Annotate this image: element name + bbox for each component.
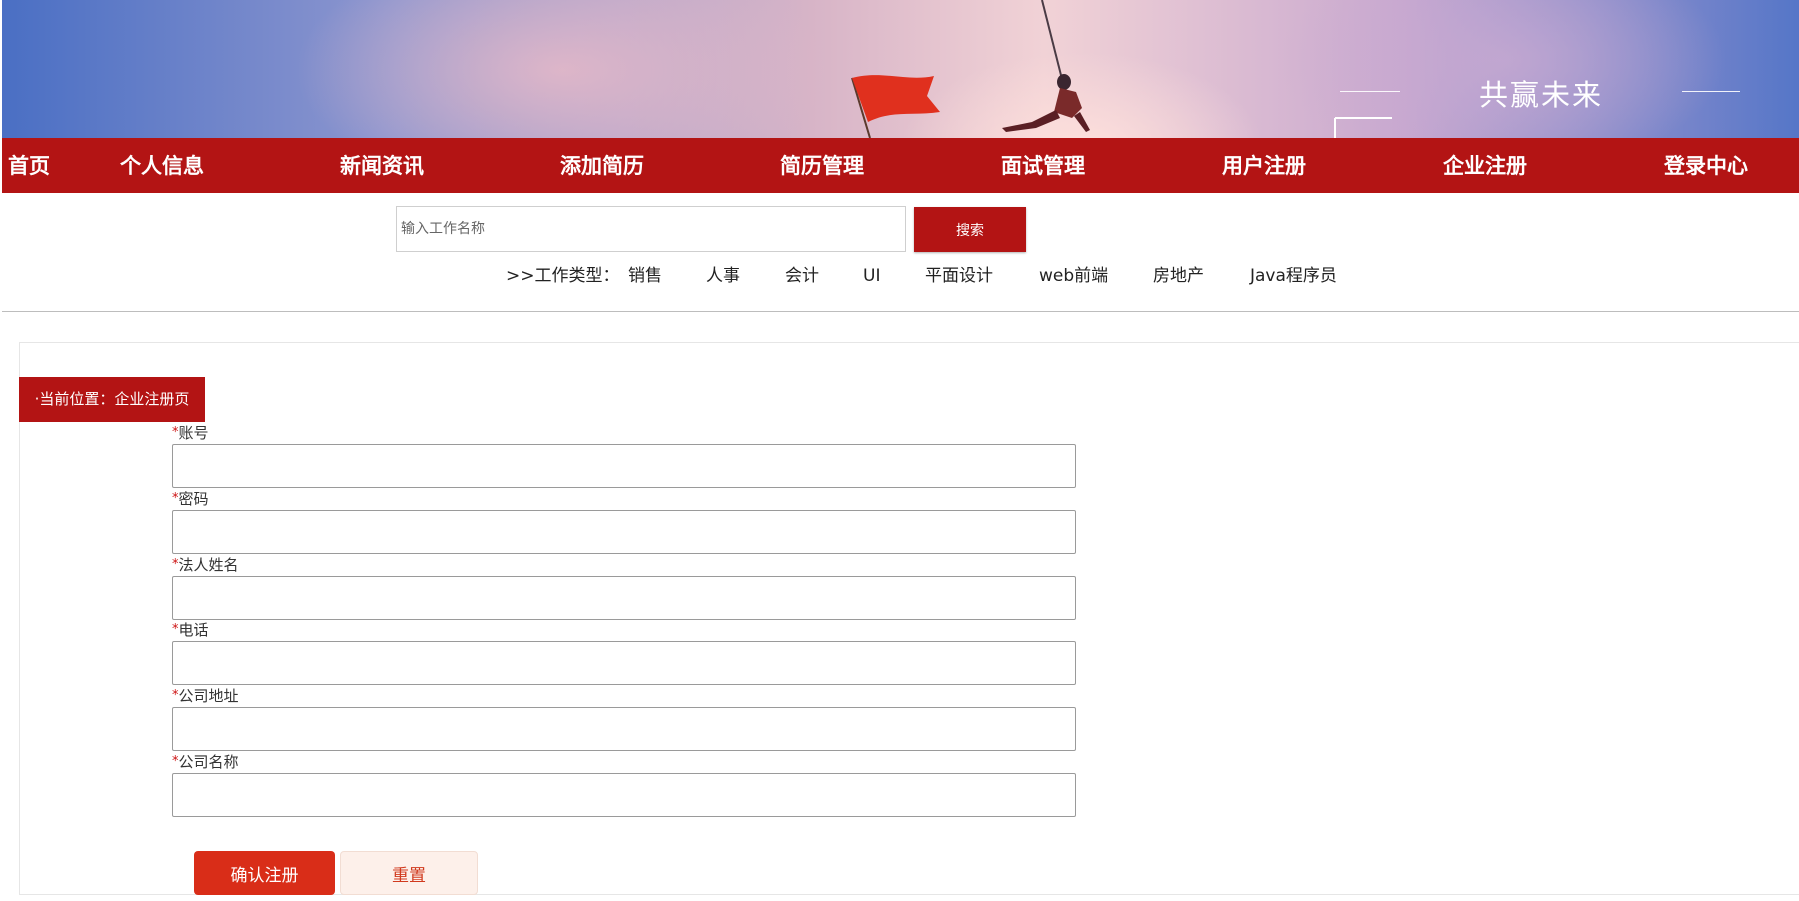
banner-artwork xyxy=(851,0,1392,138)
job-type-hr[interactable]: 人事 xyxy=(706,264,740,288)
search-button[interactable]: 搜索 xyxy=(914,207,1026,252)
job-type-java-developer[interactable]: Java程序员 xyxy=(1250,264,1337,288)
search-input[interactable] xyxy=(396,206,906,252)
company-name-input[interactable] xyxy=(172,773,1076,817)
field-label-password: *密码 xyxy=(172,490,209,508)
phone-input[interactable] xyxy=(172,641,1076,685)
confirm-register-button[interactable]: 确认注册 xyxy=(194,851,335,895)
legal-person-label: 法人姓名 xyxy=(178,556,239,574)
header-banner: 共赢未来 xyxy=(2,0,1799,138)
slogan-line-left xyxy=(1340,91,1400,92)
company-address-label: 公司地址 xyxy=(178,687,239,705)
nav-item-user-register[interactable]: 用户注册 xyxy=(1222,138,1306,193)
nav-item-login-center[interactable]: 登录中心 xyxy=(1664,138,1748,193)
banner-bracket xyxy=(1334,117,1392,138)
divider xyxy=(2,311,1799,312)
nav-item-resume-management[interactable]: 简历管理 xyxy=(780,138,864,193)
job-types-label: >>工作类型： xyxy=(506,266,620,286)
company-address-input[interactable] xyxy=(172,707,1076,751)
banner-climber-figure xyxy=(1002,74,1090,132)
legal-person-input[interactable] xyxy=(172,576,1076,620)
job-type-ui[interactable]: UI xyxy=(863,264,880,288)
nav-item-personal-info[interactable]: 个人信息 xyxy=(120,138,204,193)
account-label: 账号 xyxy=(178,424,209,442)
nav-item-company-register[interactable]: 企业注册 xyxy=(1443,138,1527,193)
field-label-company-address: *公司地址 xyxy=(172,687,239,705)
field-label-account: *账号 xyxy=(172,424,209,442)
field-label-phone: *电话 xyxy=(172,621,209,639)
slogan-line-right xyxy=(1682,91,1740,92)
nav-item-home[interactable]: 首页 xyxy=(8,138,50,193)
nav-item-news[interactable]: 新闻资讯 xyxy=(340,138,424,193)
field-label-company-name: *公司名称 xyxy=(172,753,239,771)
account-input[interactable] xyxy=(172,444,1076,488)
job-type-web-frontend[interactable]: web前端 xyxy=(1039,264,1108,288)
field-label-legal-person: *法人姓名 xyxy=(172,556,239,574)
job-type-real-estate[interactable]: 房地产 xyxy=(1153,264,1204,288)
password-label: 密码 xyxy=(178,490,209,508)
job-type-graphic-design[interactable]: 平面设计 xyxy=(925,264,993,288)
main-nav: 首页 个人信息 新闻资讯 添加简历 简历管理 面试管理 用户注册 企业注册 登录… xyxy=(2,138,1799,193)
job-type-sales[interactable]: 销售 xyxy=(628,264,662,288)
banner-slogan: 共赢未来 xyxy=(1478,78,1603,112)
nav-item-add-resume[interactable]: 添加简历 xyxy=(560,138,644,193)
company-name-label: 公司名称 xyxy=(178,753,239,771)
reset-button[interactable]: 重置 xyxy=(340,851,478,895)
password-input[interactable] xyxy=(172,510,1076,554)
banner-flag-icon xyxy=(852,75,940,122)
phone-label: 电话 xyxy=(178,621,209,639)
breadcrumb: ·当前位置：企业注册页 xyxy=(19,377,205,422)
nav-item-interview-management[interactable]: 面试管理 xyxy=(1001,138,1085,193)
job-type-accounting[interactable]: 会计 xyxy=(785,264,819,288)
